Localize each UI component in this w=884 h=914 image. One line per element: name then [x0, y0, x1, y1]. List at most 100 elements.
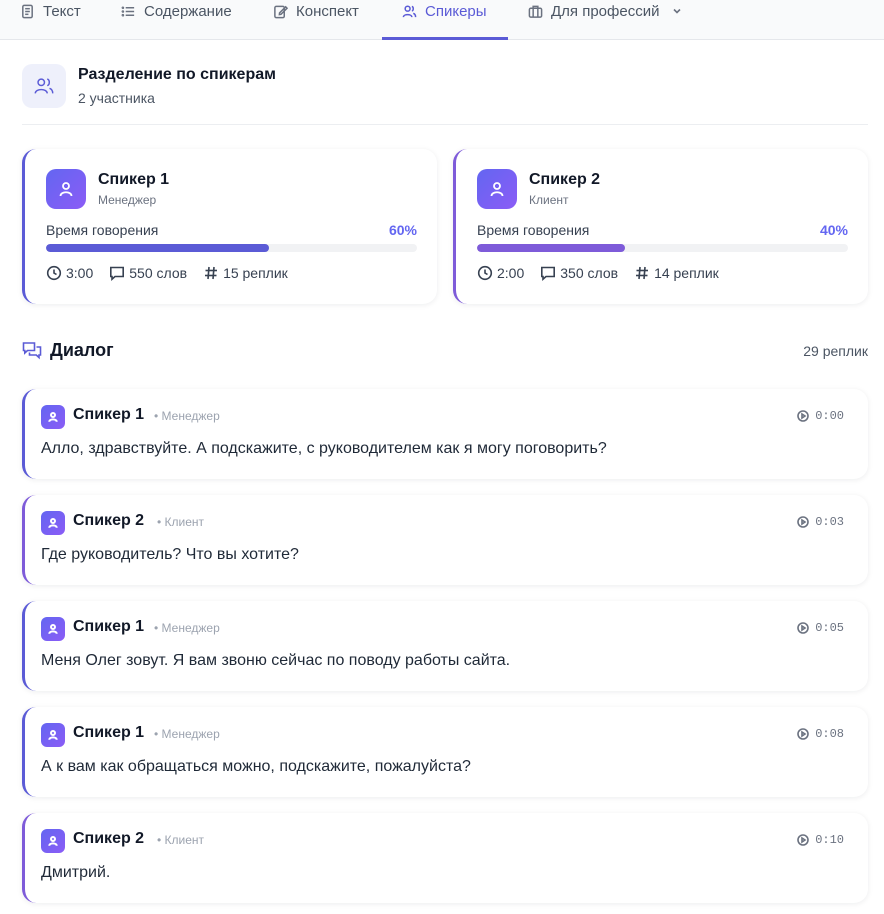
play-icon	[797, 516, 809, 528]
timestamp-value: 0:00	[815, 409, 844, 423]
message-text: Меня Олег зовут. Я вам звоню сейчас по п…	[41, 652, 511, 669]
tab-bar: Текст Содержание Конспект Спикеры Для пр…	[0, 0, 884, 40]
talk-time-label: Время говорения	[46, 222, 159, 238]
message-text: Где руководитель? Что вы хотите?	[41, 546, 299, 563]
tab-contents[interactable]: Содержание	[121, 0, 232, 40]
talk-time-bar-fill	[477, 244, 626, 252]
user-icon	[41, 511, 65, 535]
talk-time-bar	[477, 244, 848, 252]
timestamp-value: 0:03	[815, 515, 844, 529]
message-speaker: Спикер 1	[73, 618, 145, 635]
message-timestamp[interactable]: 0:10	[797, 833, 844, 847]
replies-value: 14 реплик	[654, 265, 719, 281]
user-icon	[46, 169, 86, 209]
tab-label: Конспект	[296, 2, 359, 20]
message-icon	[110, 266, 125, 281]
chevron-down-icon	[673, 8, 682, 14]
duration-stat: 3:00	[46, 265, 93, 281]
tab-label: Содержание	[144, 2, 232, 20]
talk-time-bar	[46, 244, 417, 252]
duration-stat: 2:00	[477, 265, 524, 281]
dialog-message: Спикер 2 • Клиент 0:03 Где руководитель?…	[22, 495, 868, 585]
talk-time-percent: 40%	[819, 222, 848, 238]
speaker-name: Спикер 2	[529, 171, 601, 188]
tab-speakers[interactable]: Спикеры	[402, 0, 487, 40]
message-speaker: Спикер 2	[73, 830, 145, 847]
tab-label: Для профессий	[551, 2, 660, 20]
play-icon	[797, 728, 809, 740]
section-title: Разделение по спикерам	[78, 66, 276, 83]
list-icon	[121, 5, 135, 17]
timestamp-value: 0:05	[815, 621, 844, 635]
message-timestamp[interactable]: 0:08	[797, 727, 844, 741]
divider	[22, 124, 868, 125]
dialog-count: 29 реплик	[803, 343, 868, 359]
replies-stat: 15 реплик	[203, 265, 288, 281]
message-role: • Менеджер	[154, 727, 220, 741]
dialog-message: Спикер 1 • Менеджер 0:05 Меня Олег зовут…	[22, 601, 868, 691]
speaker-card: Спикер 1 Менеджер Время говорения 60% 3:…	[22, 149, 437, 304]
message-timestamp[interactable]: 0:05	[797, 621, 844, 635]
words-value: 550 слов	[129, 265, 188, 281]
message-speaker: Спикер 2	[73, 512, 145, 529]
tab-label: Спикеры	[425, 2, 487, 20]
dialog-message: Спикер 2 • Клиент 0:10 Дмитрий.	[22, 813, 868, 903]
words-stat: 350 слов	[540, 265, 618, 281]
user-icon	[41, 617, 65, 641]
talk-time-percent: 60%	[388, 222, 417, 238]
play-icon	[797, 410, 809, 422]
tab-label: Текст	[43, 2, 81, 20]
message-speaker: Спикер 1	[73, 724, 145, 741]
talk-time-bar-fill	[46, 244, 269, 252]
tab-text[interactable]: Текст	[20, 0, 81, 40]
message-text: Алло, здравствуйте. А подскажите, с руко…	[41, 440, 607, 457]
briefcase-icon	[528, 5, 543, 18]
words-value: 350 слов	[560, 265, 619, 281]
words-stat: 550 слов	[109, 265, 187, 281]
speaker-stats: 2:00 350 слов 14 реплик	[477, 265, 719, 281]
document-icon	[22, 4, 33, 18]
message-icon	[541, 266, 556, 281]
users-icon	[402, 5, 417, 17]
duration-value: 2:00	[497, 265, 525, 281]
dialog-title: Диалог	[50, 340, 114, 360]
message-role: • Клиент	[157, 833, 205, 847]
message-timestamp[interactable]: 0:03	[797, 515, 844, 529]
speaker-role: Менеджер	[98, 193, 157, 207]
speaker-name: Спикер 1	[98, 171, 170, 188]
user-icon	[41, 405, 65, 429]
user-icon	[41, 723, 65, 747]
speaker-card: Спикер 2 Клиент Время говорения 40% 2:00…	[453, 149, 868, 304]
hash-icon	[205, 266, 218, 280]
active-tab-indicator	[382, 37, 508, 40]
hash-icon	[636, 266, 649, 280]
timestamp-value: 0:10	[815, 833, 844, 847]
message-timestamp[interactable]: 0:00	[797, 409, 844, 423]
message-text: А к вам как обращаться можно, подскажите…	[41, 758, 471, 775]
participants-count: 2 участника	[78, 90, 155, 106]
duration-value: 3:00	[66, 265, 94, 281]
user-icon	[41, 829, 65, 853]
dialog-message: Спикер 1 • Менеджер 0:00 Алло, здравству…	[22, 389, 868, 479]
clock-icon	[46, 265, 62, 281]
user-icon	[477, 169, 517, 209]
tab-professions[interactable]: Для профессий	[528, 0, 683, 40]
replies-stat: 14 реплик	[634, 265, 719, 281]
dialog-message: Спикер 1 • Менеджер 0:08 А к вам как обр…	[22, 707, 868, 797]
speaker-stats: 3:00 550 слов 15 реплик	[46, 265, 288, 281]
message-role: • Менеджер	[154, 621, 220, 635]
message-text: Дмитрий.	[41, 864, 111, 881]
message-role: • Менеджер	[154, 409, 220, 423]
play-icon	[797, 834, 809, 846]
timestamp-value: 0:08	[815, 727, 844, 741]
message-speaker: Спикер 1	[73, 406, 145, 423]
message-role: • Клиент	[157, 515, 205, 529]
tab-summary[interactable]: Конспект	[273, 0, 359, 40]
replies-value: 15 реплик	[223, 265, 288, 281]
chat-icon	[22, 341, 42, 361]
users-icon	[22, 64, 66, 108]
clock-icon	[477, 265, 493, 281]
notes-icon	[274, 5, 288, 18]
talk-time-label: Время говорения	[477, 222, 590, 238]
play-icon	[797, 622, 809, 634]
